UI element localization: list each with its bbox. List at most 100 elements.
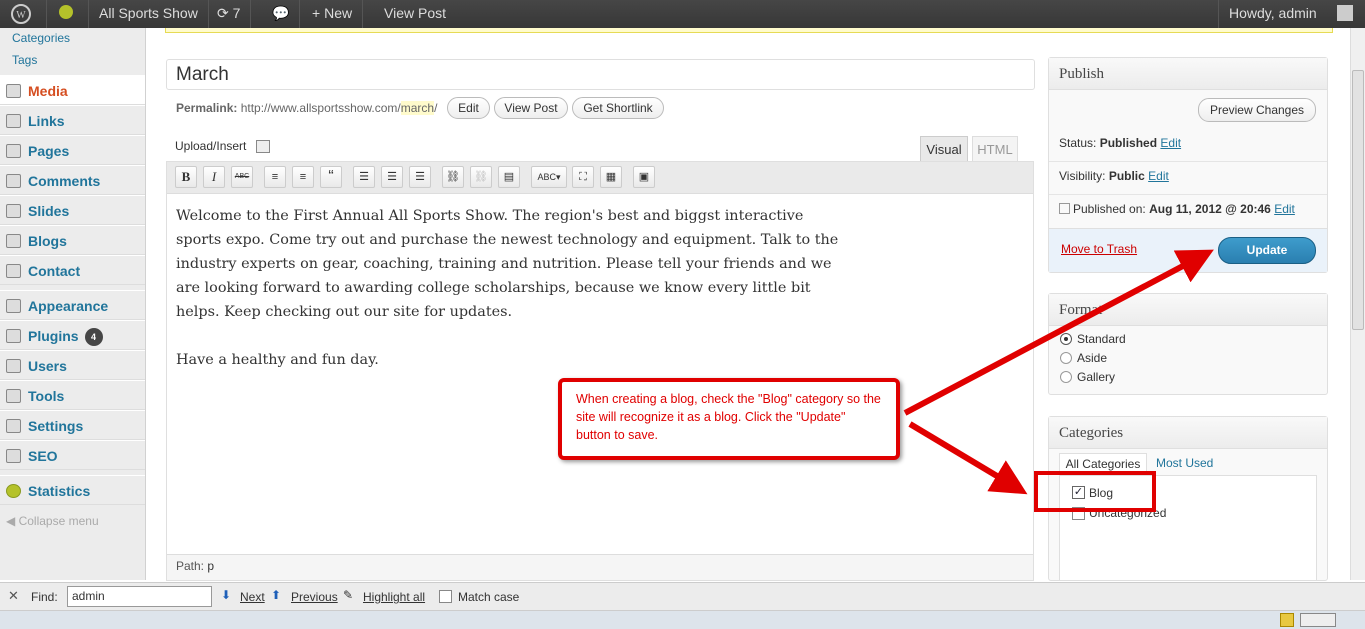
addon-icon[interactable] xyxy=(1280,613,1294,627)
sidebar-item-media[interactable]: Media xyxy=(0,75,145,105)
avatar xyxy=(1337,5,1353,21)
align-center-icon[interactable]: ☰ xyxy=(381,166,403,188)
sidebar-item-settings[interactable]: Settings xyxy=(0,410,145,440)
find-next-button[interactable]: Next xyxy=(240,590,265,604)
published-label: Published on: xyxy=(1073,202,1146,216)
sidebar-item-label: Comments xyxy=(28,173,101,189)
howdy-account[interactable]: Howdy, admin xyxy=(1218,0,1365,28)
sidebar-item-label: Appearance xyxy=(28,298,109,314)
sidebar-item-label: Users xyxy=(28,358,67,374)
sidebar-item-label: Slides xyxy=(28,203,70,219)
editor-line[interactable]: sports expo. Come try out and purchase t… xyxy=(176,232,838,248)
highlight-all-button[interactable]: Highlight all xyxy=(363,590,425,604)
bullet-list-icon[interactable]: ≡ xyxy=(264,166,286,188)
sidebar-item-label: Settings xyxy=(28,418,84,434)
sidebar-item-appearance[interactable]: Appearance xyxy=(0,290,145,320)
italic-button[interactable]: I xyxy=(203,166,225,188)
wordpress-logo-icon[interactable]: W xyxy=(0,0,47,28)
sidebar-item-statistics[interactable]: Statistics xyxy=(0,475,145,505)
blockquote-button[interactable]: “ xyxy=(320,166,342,188)
numbered-list-icon[interactable]: ≡ xyxy=(292,166,314,188)
link-icon[interactable]: ⛓ xyxy=(442,166,464,188)
editor-line[interactable]: Welcome to the First Annual All Sports S… xyxy=(176,208,836,224)
tab-html[interactable]: HTML xyxy=(972,136,1018,162)
fullscreen-icon[interactable]: ⛶ xyxy=(572,166,594,188)
kitchen-sink-icon[interactable]: ▦ xyxy=(600,166,622,188)
align-left-icon[interactable]: ☰ xyxy=(353,166,375,188)
blogs-icon xyxy=(6,234,21,248)
sidebar-item-label: Statistics xyxy=(28,483,91,499)
sidebar-item-plugins[interactable]: Plugins 4 xyxy=(0,320,145,350)
links-icon xyxy=(6,114,21,128)
sidebar-item-slides[interactable]: Slides xyxy=(0,195,145,225)
sidebar-item-comments[interactable]: Comments xyxy=(0,165,145,195)
refresh-icon: ⟳ xyxy=(217,5,229,21)
status-widget-icon[interactable] xyxy=(1300,613,1336,627)
arrow-up-icon[interactable]: ⬆ xyxy=(271,588,281,602)
preview-changes-button[interactable]: Preview Changes xyxy=(1198,98,1316,122)
category-checkbox-uncategorized[interactable] xyxy=(1072,507,1085,520)
arrow-down-icon[interactable]: ⬇ xyxy=(221,588,231,602)
path-label: Path: xyxy=(176,559,205,573)
strikethrough-button[interactable]: ABC xyxy=(231,166,253,188)
sidebar-item-links[interactable]: Links xyxy=(0,105,145,135)
spellcheck-icon[interactable]: ABC▾ xyxy=(531,166,567,188)
editor-closing-line[interactable]: Have a healthy and fun day. xyxy=(176,352,836,368)
sidebar-item-label: Links xyxy=(28,113,65,129)
align-right-icon[interactable]: ☰ xyxy=(409,166,431,188)
more-tag-icon[interactable]: ▤ xyxy=(498,166,520,188)
sidebar-item-tools[interactable]: Tools xyxy=(0,380,145,410)
view-post-button[interactable]: View Post xyxy=(494,97,568,119)
find-previous-button[interactable]: Previous xyxy=(291,590,338,604)
plugins-update-badge: 4 xyxy=(84,328,103,346)
tab-all-categories[interactable]: All Categories xyxy=(1059,453,1147,475)
category-checkbox-blog[interactable]: ✓ xyxy=(1072,486,1085,499)
sidebar-item-blogs[interactable]: Blogs xyxy=(0,225,145,255)
status-edit-link[interactable]: Edit xyxy=(1160,136,1181,150)
editor-line[interactable]: helps. Keep checking out our site for up… xyxy=(176,304,836,320)
sidebar-item-seo[interactable]: SEO xyxy=(0,440,145,470)
find-input[interactable]: admin xyxy=(67,586,212,607)
permalink-slug[interactable]: march xyxy=(400,101,435,115)
editor-line[interactable]: industry experts on gear, coaching, trai… xyxy=(176,256,836,272)
submenu-categories[interactable]: Categories xyxy=(12,31,70,45)
collapse-menu[interactable]: ◀ Collapse menu xyxy=(6,514,99,528)
view-post-link[interactable]: View Post xyxy=(374,0,456,28)
sidebar-item-contact[interactable]: Contact xyxy=(0,255,145,285)
tab-most-used[interactable]: Most Used xyxy=(1156,456,1213,470)
scroll-thumb[interactable] xyxy=(1352,70,1364,330)
new-label: New xyxy=(324,5,353,21)
format-radio-standard[interactable] xyxy=(1060,333,1072,345)
comments-bubble-icon[interactable]: 💬 xyxy=(262,0,301,28)
tab-visual[interactable]: Visual xyxy=(920,136,968,162)
match-case-checkbox[interactable] xyxy=(439,590,452,603)
site-ball-icon[interactable] xyxy=(47,0,89,28)
close-find-icon[interactable]: ✕ xyxy=(8,588,19,604)
format-radio-aside[interactable] xyxy=(1060,352,1072,364)
bold-button[interactable]: B xyxy=(175,166,197,188)
published-edit-link[interactable]: Edit xyxy=(1274,202,1295,216)
site-name-link[interactable]: All Sports Show xyxy=(89,0,209,28)
permalink-edit-button[interactable]: Edit xyxy=(447,97,490,119)
editor-line[interactable]: are looking forward to awarding college … xyxy=(176,280,836,296)
gallery-icon[interactable]: ▣ xyxy=(633,166,655,188)
calendar-icon xyxy=(1059,203,1070,214)
published-on-row: Published on: Aug 11, 2012 @ 20:46 Edit xyxy=(1059,202,1295,216)
move-to-trash-link[interactable]: Move to Trash xyxy=(1061,242,1137,256)
format-radio-gallery[interactable] xyxy=(1060,371,1072,383)
page-scrollbar[interactable] xyxy=(1350,28,1365,580)
sidebar-item-pages[interactable]: Pages xyxy=(0,135,145,165)
get-shortlink-button[interactable]: Get Shortlink xyxy=(572,97,664,119)
updates-link[interactable]: ⟳ 7 xyxy=(207,0,252,28)
add-media-icon[interactable] xyxy=(256,140,270,153)
post-title-input[interactable]: March xyxy=(166,59,1035,90)
collapse-icon: ◀ xyxy=(6,514,16,528)
submenu-tags[interactable]: Tags xyxy=(12,53,37,67)
update-button[interactable]: Update xyxy=(1218,237,1316,264)
unlink-icon[interactable]: ⛓ xyxy=(470,166,492,188)
sidebar-item-users[interactable]: Users xyxy=(0,350,145,380)
new-content-link[interactable]: + New xyxy=(302,0,364,28)
visibility-edit-link[interactable]: Edit xyxy=(1148,169,1169,183)
settings-icon xyxy=(6,419,21,433)
editor-path-bar: Path: p xyxy=(167,554,1033,580)
